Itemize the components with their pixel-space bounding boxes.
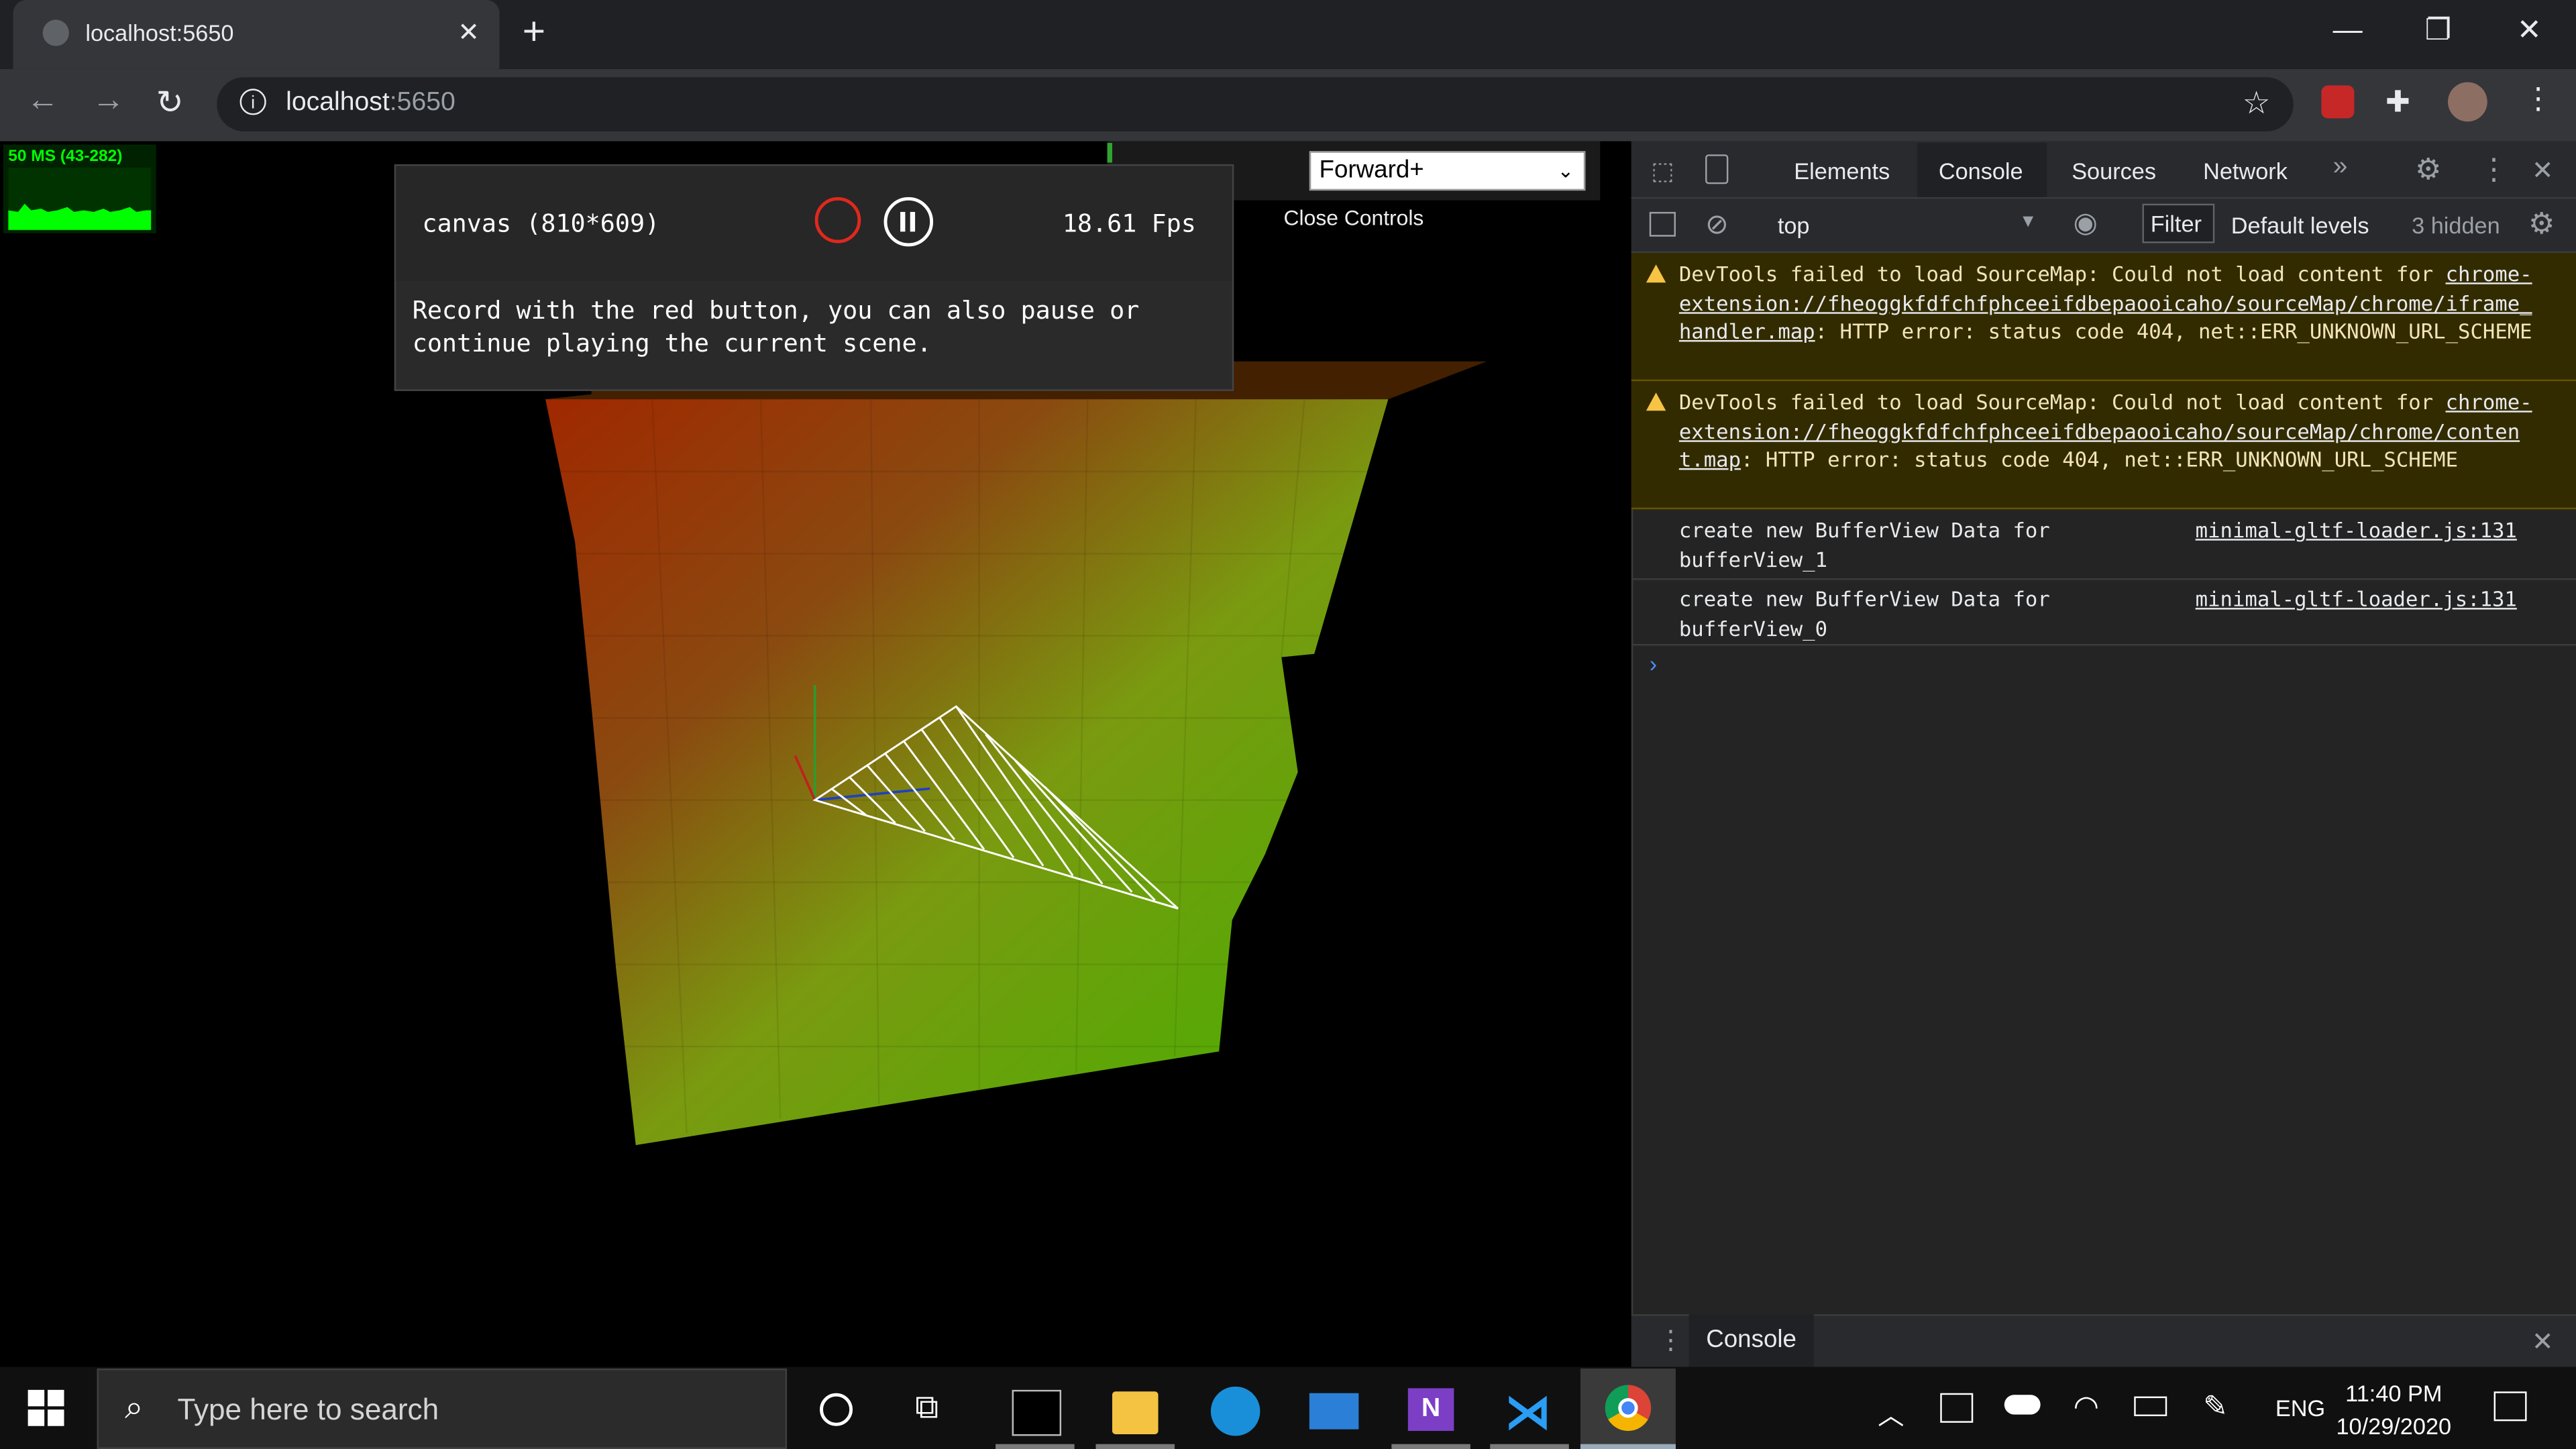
recorder-help-text: Record with the red button, you can also… <box>412 295 1140 358</box>
taskbar-search-input[interactable]: ⌕ Type here to search <box>97 1368 788 1449</box>
vscode-icon[interactable]: ⋊ <box>1505 1385 1551 1440</box>
extension-icon[interactable] <box>2321 85 2355 119</box>
mail-icon[interactable] <box>1309 1393 1359 1430</box>
triangle-down-icon: ▼ <box>2019 211 2037 232</box>
kebab-menu-icon[interactable]: ⋮ <box>2479 153 2509 187</box>
canvas-size-label: canvas (810*609) <box>422 209 660 239</box>
pen-icon[interactable]: ✎ <box>2203 1390 2228 1424</box>
fps-readout: 18.61 Fps <box>1062 209 1196 239</box>
bookmark-star-icon[interactable]: ☆ <box>2243 85 2271 123</box>
source-link[interactable]: minimal-gltf-loader.js:131 <box>2196 516 2517 545</box>
running-indicator <box>1391 1444 1470 1449</box>
forward-icon[interactable]: → <box>92 82 125 119</box>
clock[interactable]: 11:40 PM 10/29/2020 <box>2336 1377 2451 1442</box>
close-window-icon[interactable]: ✕ <box>2517 13 2542 48</box>
tab-elements[interactable]: Elements <box>1794 158 1890 184</box>
gui-marker <box>1107 143 1112 163</box>
warning-icon <box>1646 392 1666 411</box>
console-warning: DevTools failed to load SourceMap: Could… <box>1631 253 2576 382</box>
minimize-icon[interactable]: — <box>2333 13 2363 48</box>
sidebar-toggle-icon[interactable] <box>1649 211 1676 237</box>
windows-start-icon[interactable] <box>28 1389 64 1426</box>
running-indicator <box>996 1444 1075 1449</box>
close-devtools-icon[interactable]: ✕ <box>2532 154 2554 187</box>
stats-panel[interactable]: 50 MS (43-282) <box>3 144 156 233</box>
onenote-icon[interactable]: N <box>1407 1388 1454 1432</box>
cortana-icon[interactable] <box>820 1393 853 1426</box>
url-text: localhost:5650 <box>286 89 455 117</box>
source-link[interactable]: minimal-gltf-loader.js:131 <box>2196 585 2517 614</box>
console-log: create new BufferView Data for bufferVie… <box>1631 509 2576 580</box>
puzzle-icon[interactable]: ✚ <box>2385 85 2410 119</box>
drawer-menu-icon[interactable]: ⋮ <box>1658 1324 1684 1357</box>
clear-console-icon[interactable]: ⊘ <box>1705 209 1729 241</box>
restore-icon[interactable]: ❐ <box>2425 13 2452 48</box>
tab-network[interactable]: Network <box>2203 158 2288 184</box>
filter-input[interactable]: Filter <box>2142 203 2215 244</box>
stats-graph <box>8 167 152 230</box>
tab-title: localhost:5650 <box>85 19 234 46</box>
avatar[interactable] <box>2448 82 2487 122</box>
warning-icon <box>1646 264 1666 283</box>
tray-app-icon[interactable] <box>1940 1393 1974 1423</box>
search-icon: ⌕ <box>125 1389 144 1426</box>
device-toolbar-icon[interactable] <box>1705 154 1729 184</box>
site-info-icon[interactable]: i <box>239 89 266 115</box>
running-indicator <box>1490 1444 1569 1449</box>
globe-icon <box>42 19 69 46</box>
hidden-count: 3 hidden <box>2412 211 2500 239</box>
eye-icon[interactable]: ◉ <box>2074 207 2098 240</box>
date: 10/29/2020 <box>2336 1413 2452 1440</box>
inspect-element-icon[interactable]: ⬚ <box>1651 156 1674 186</box>
colored-plane <box>545 399 1389 1145</box>
battery-icon[interactable] <box>2134 1396 2167 1417</box>
time: 11:40 PM <box>2345 1380 2443 1407</box>
new-tab-button[interactable]: + <box>523 10 545 56</box>
chevron-up-icon[interactable]: ︿ <box>1878 1393 1904 1433</box>
log-levels-dropdown[interactable]: Default levels <box>2231 212 2369 238</box>
stats-label: 50 MS (43-282) <box>8 148 123 166</box>
close-drawer-icon[interactable]: ✕ <box>2532 1326 2554 1358</box>
drawer-tab-console[interactable]: Console <box>1688 1314 1814 1367</box>
running-indicator <box>1095 1444 1175 1449</box>
pause-button[interactable] <box>883 197 934 247</box>
reload-icon[interactable]: ↻ <box>156 82 184 123</box>
file-explorer-icon[interactable] <box>1112 1391 1159 1434</box>
back-icon[interactable]: ← <box>26 82 59 119</box>
chrome-icon <box>1605 1385 1652 1432</box>
onedrive-icon[interactable] <box>2004 1395 2041 1415</box>
language-indicator[interactable]: ENG <box>2275 1395 2325 1421</box>
recorder-panel: canvas (810*609) 18.61 Fps Record with t… <box>394 164 1234 391</box>
console-prompt[interactable]: › <box>1650 651 1657 677</box>
context-selector[interactable]: top <box>1778 212 1810 238</box>
browser-tab[interactable]: localhost:5650 ✕ <box>13 0 500 69</box>
render-mode-select[interactable]: Forward+ ⌄ <box>1309 151 1586 191</box>
console-warning: DevTools failed to load SourceMap: Could… <box>1631 381 2576 510</box>
console-settings-icon[interactable]: ⚙ <box>2528 207 2555 241</box>
chrome-taskbar-button[interactable] <box>1580 1368 1676 1449</box>
tab-console[interactable]: Console <box>1939 158 2023 184</box>
terminal-icon[interactable] <box>1012 1389 1062 1436</box>
close-tab-icon[interactable]: ✕ <box>458 16 480 49</box>
record-button[interactable] <box>814 197 861 244</box>
wifi-icon[interactable]: ◠ <box>2074 1390 2099 1424</box>
more-tabs-icon[interactable]: » <box>2333 153 2348 182</box>
task-view-icon[interactable]: ⧉ <box>915 1390 938 1428</box>
notification-icon[interactable] <box>2493 1391 2527 1421</box>
console-log: create new BufferView Data for bufferVie… <box>1631 580 2576 646</box>
address-bar[interactable]: i localhost:5650 ☆ <box>217 77 2294 131</box>
tab-sources[interactable]: Sources <box>2072 158 2156 184</box>
chevron-down-icon: ⌄ <box>1557 159 1574 182</box>
edge-icon[interactable] <box>1210 1386 1260 1436</box>
search-placeholder: Type here to search <box>177 1393 439 1426</box>
gear-icon[interactable]: ⚙ <box>2415 153 2442 187</box>
kebab-menu-icon[interactable]: ⋮ <box>2524 82 2553 116</box>
